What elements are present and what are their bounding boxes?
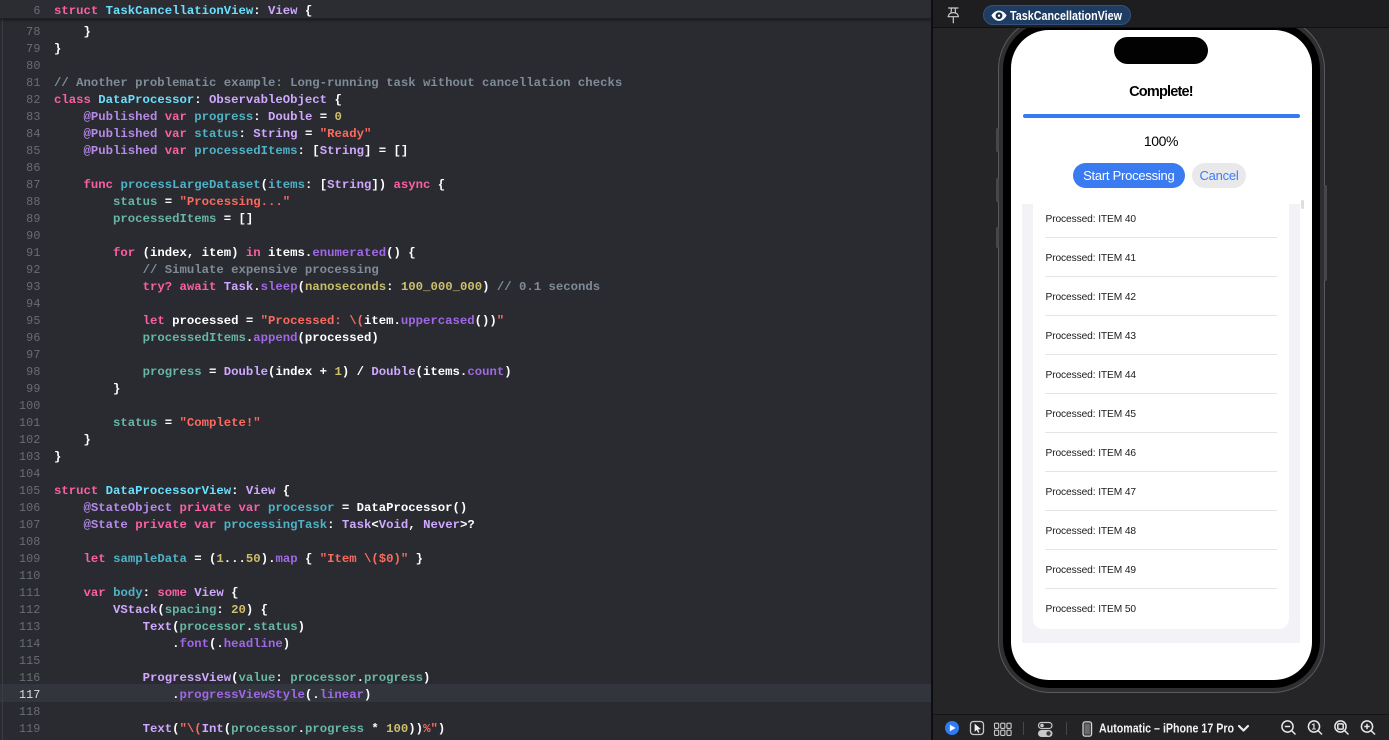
svg-text:TaskCancellationView: TaskCancellationView [1010,8,1123,23]
svg-text:1: 1 [1311,721,1316,731]
svg-text:Automatic – iPhone 17 Pro: Automatic – iPhone 17 Pro [1099,720,1234,735]
